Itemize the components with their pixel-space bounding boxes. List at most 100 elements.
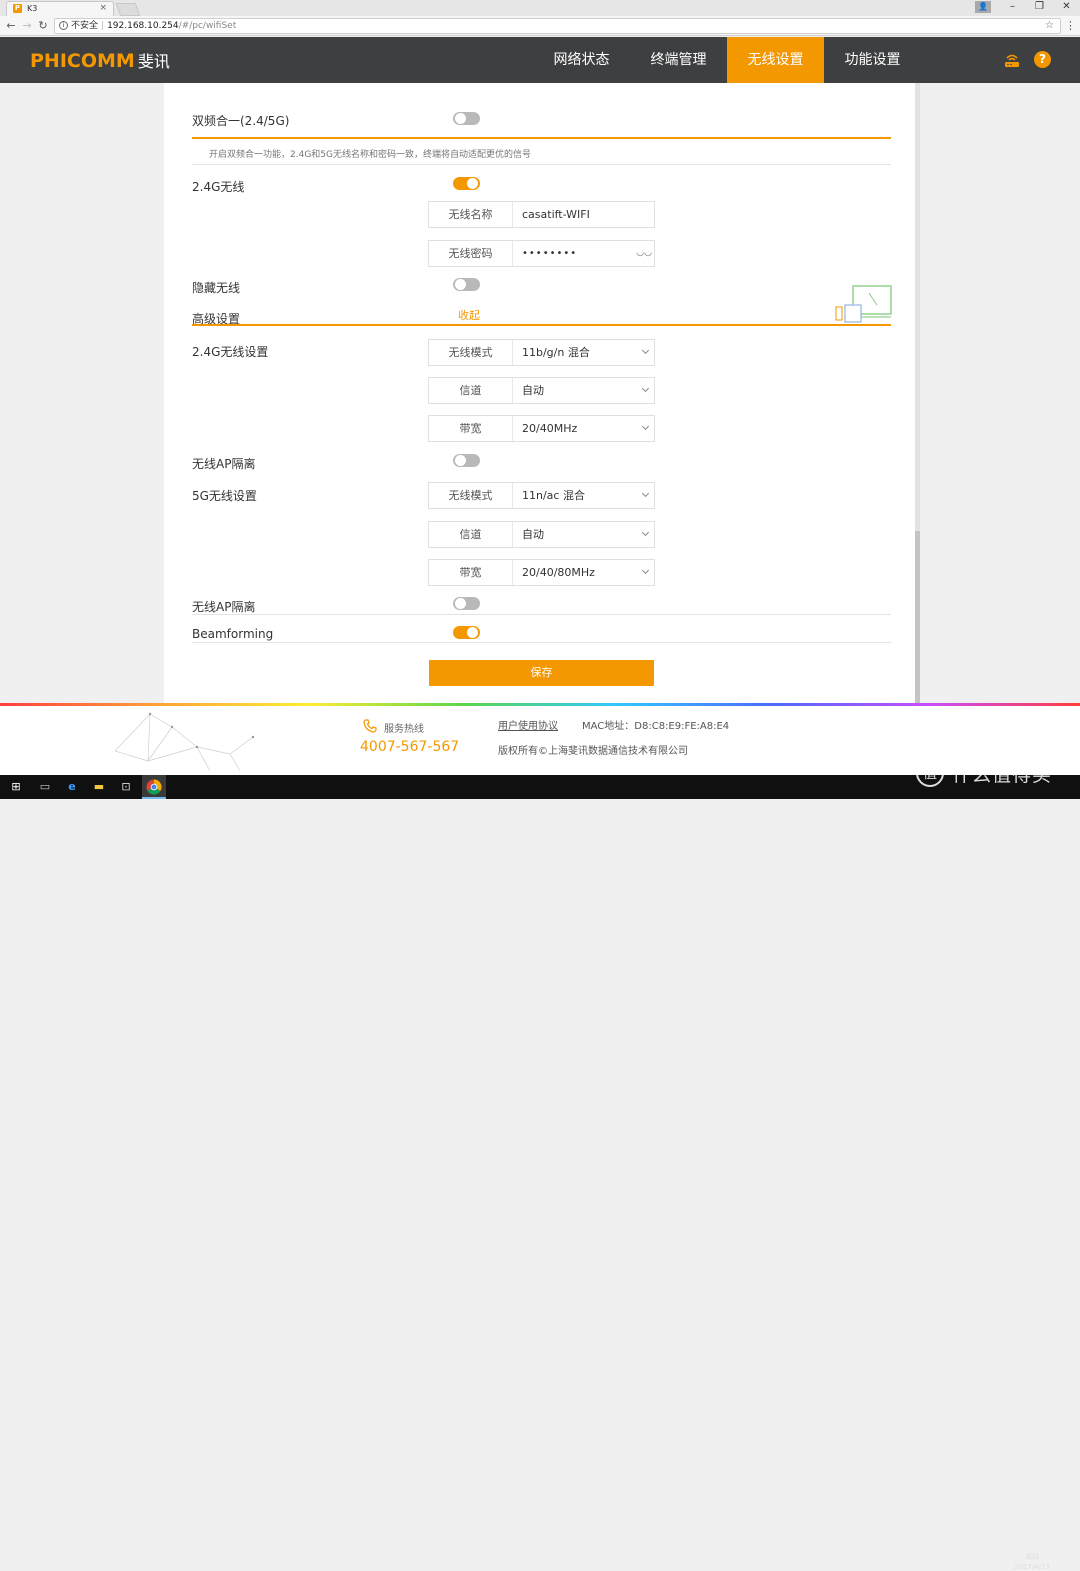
- mode-value: 11b/g/n 混合: [522, 346, 590, 359]
- chevron-down-icon: [641, 422, 650, 431]
- tray-date: 2017/4/13: [1014, 1563, 1050, 1571]
- hide-wifi-toggle[interactable]: [453, 278, 480, 291]
- watermark-logo-icon: 值: [916, 759, 944, 787]
- watermark-text: 什么值得买: [952, 764, 1053, 786]
- dual-band-toggle[interactable]: [453, 112, 480, 125]
- nav-function-settings[interactable]: 功能设置: [824, 37, 921, 83]
- password-field[interactable]: 无线密码 •••••••• ◡◡: [428, 240, 655, 267]
- url-host: 192.168.10.254: [107, 21, 179, 31]
- tab-title: K3: [27, 4, 38, 13]
- svg-text:值: 值: [923, 766, 937, 782]
- channel-label: 信道: [429, 522, 513, 547]
- beamforming-label: Beamforming: [192, 627, 274, 641]
- tab-close-icon[interactable]: ×: [99, 2, 107, 15]
- nav-network-status[interactable]: 网络状态: [533, 37, 630, 83]
- logo-cn: 斐讯: [137, 52, 170, 71]
- url-path: /#/pc/wifiSet: [178, 21, 237, 31]
- back-icon[interactable]: ←: [4, 18, 18, 34]
- nav-device-management[interactable]: 终端管理: [630, 37, 727, 83]
- new-tab-button[interactable]: [115, 3, 141, 16]
- collapse-link[interactable]: 收起: [458, 307, 480, 323]
- hotline-number: 4007-567-567: [360, 739, 460, 755]
- edge-icon[interactable]: e: [64, 779, 80, 795]
- ssid-value[interactable]: casatift-WIFI: [522, 202, 590, 227]
- network-decoration-icon: [114, 712, 255, 771]
- chevron-down-icon: [641, 489, 650, 498]
- ssid-field[interactable]: 无线名称 casatift-WIFI: [428, 201, 655, 228]
- mode-label: 无线模式: [429, 483, 513, 508]
- password-value[interactable]: ••••••••: [522, 241, 577, 266]
- reload-icon[interactable]: ↻: [36, 18, 50, 34]
- divider: [192, 642, 891, 643]
- phicomm-logo: PHICOMM 斐讯: [30, 48, 170, 72]
- page-scrollbar[interactable]: [915, 83, 920, 703]
- mode-label: 无线模式: [429, 340, 513, 365]
- chevron-down-icon: [641, 566, 650, 575]
- channel-24g-select[interactable]: 信道 自动: [428, 377, 655, 404]
- dual-band-label: 双频合一(2.4/5G): [192, 114, 290, 128]
- wifi-24g-toggle[interactable]: [453, 177, 480, 190]
- url-input[interactable]: i 不安全 | 192.168.10.254/#/pc/wifiSet ☆: [54, 18, 1061, 34]
- chrome-icon: [146, 779, 162, 795]
- band-5g-settings-label: 5G无线设置: [192, 489, 257, 503]
- browser-menu-icon[interactable]: ⋮: [1065, 19, 1076, 32]
- main-nav: 网络状态 终端管理 无线设置 功能设置: [533, 37, 921, 83]
- help-icon[interactable]: ?: [1034, 51, 1051, 68]
- bandwidth-value: 20/40/80MHz: [522, 566, 595, 579]
- beamforming-toggle[interactable]: [453, 626, 480, 639]
- hotline-label: 服务热线: [384, 724, 424, 735]
- bandwidth-label: 带宽: [429, 560, 513, 585]
- band-24g-settings-label: 2.4G无线设置: [192, 345, 269, 359]
- security-label: 不安全: [71, 21, 99, 31]
- divider: [192, 614, 891, 615]
- rainbow-divider: [0, 703, 1080, 706]
- store-icon[interactable]: ⊡: [118, 779, 134, 795]
- address-bar-row: ← → ↻ i 不安全 | 192.168.10.254/#/pc/wifiSet …: [0, 16, 1080, 36]
- password-label: 无线密码: [429, 241, 513, 266]
- browser-tab[interactable]: P K3 ×: [6, 1, 114, 16]
- channel-value: 自动: [522, 384, 544, 397]
- maximize-icon[interactable]: ❐: [1026, 0, 1053, 16]
- info-icon[interactable]: i: [59, 21, 68, 30]
- ssid-label: 无线名称: [429, 202, 513, 227]
- ap-isolation-24g-toggle[interactable]: [453, 454, 480, 467]
- channel-label: 信道: [429, 378, 513, 403]
- forward-icon[interactable]: →: [20, 18, 34, 34]
- channel-value: 自动: [522, 528, 544, 541]
- router-header: PHICOMM 斐讯 网络状态 终端管理 无线设置 功能设置 ?: [0, 37, 1080, 83]
- bandwidth-5g-select[interactable]: 带宽 20/40/80MHz: [428, 559, 655, 586]
- nav-wireless-settings[interactable]: 无线设置: [727, 37, 824, 83]
- file-explorer-icon[interactable]: ▬: [91, 779, 107, 795]
- copyright-text: 版权所有©上海斐讯数据通信技术有限公司: [498, 746, 688, 757]
- dual-band-hint: 开启双频合一功能，2.4G和5G无线名称和密码一致，终端将自动适配更优的信号: [209, 150, 531, 160]
- terms-link[interactable]: 用户使用协议: [498, 717, 558, 732]
- task-view-icon[interactable]: ▭: [37, 779, 53, 795]
- divider: [192, 164, 891, 165]
- windows-start-icon[interactable]: ⊞: [8, 779, 24, 795]
- favicon-icon: P: [13, 4, 22, 13]
- mode-24g-select[interactable]: 无线模式 11b/g/n 混合: [428, 339, 655, 366]
- eye-closed-icon[interactable]: ◡◡: [636, 248, 652, 258]
- close-window-icon[interactable]: ✕: [1053, 0, 1080, 16]
- divider: [192, 137, 891, 139]
- chevron-down-icon: [641, 384, 650, 393]
- minimize-icon[interactable]: –: [999, 0, 1026, 16]
- user-profile-icon[interactable]: 👤: [975, 1, 991, 13]
- bandwidth-value: 20/40MHz: [522, 422, 578, 435]
- mode-5g-select[interactable]: 无线模式 11n/ac 混合: [428, 482, 655, 509]
- wifi-24g-label: 2.4G无线: [192, 180, 245, 194]
- bandwidth-24g-select[interactable]: 带宽 20/40MHz: [428, 415, 655, 442]
- bandwidth-label: 带宽: [429, 416, 513, 441]
- channel-5g-select[interactable]: 信道 自动: [428, 521, 655, 548]
- save-button[interactable]: 保存: [429, 660, 654, 686]
- bookmark-star-icon[interactable]: ☆: [1045, 19, 1054, 33]
- mac-address: MAC地址：D8:C8:E9:FE:A8:E4: [582, 721, 730, 732]
- ap-isolation-5g-toggle[interactable]: [453, 597, 480, 610]
- chevron-down-icon: [641, 346, 650, 355]
- ap-isolation-5g-label: 无线AP隔离: [192, 600, 256, 614]
- hide-wifi-label: 隐藏无线: [192, 281, 241, 295]
- router-wifi-icon[interactable]: [1003, 51, 1021, 69]
- chrome-taskbar-button[interactable]: [142, 775, 166, 799]
- scrollbar-thumb[interactable]: [915, 531, 920, 703]
- window-controls: 👤 – ❐ ✕: [975, 0, 1080, 16]
